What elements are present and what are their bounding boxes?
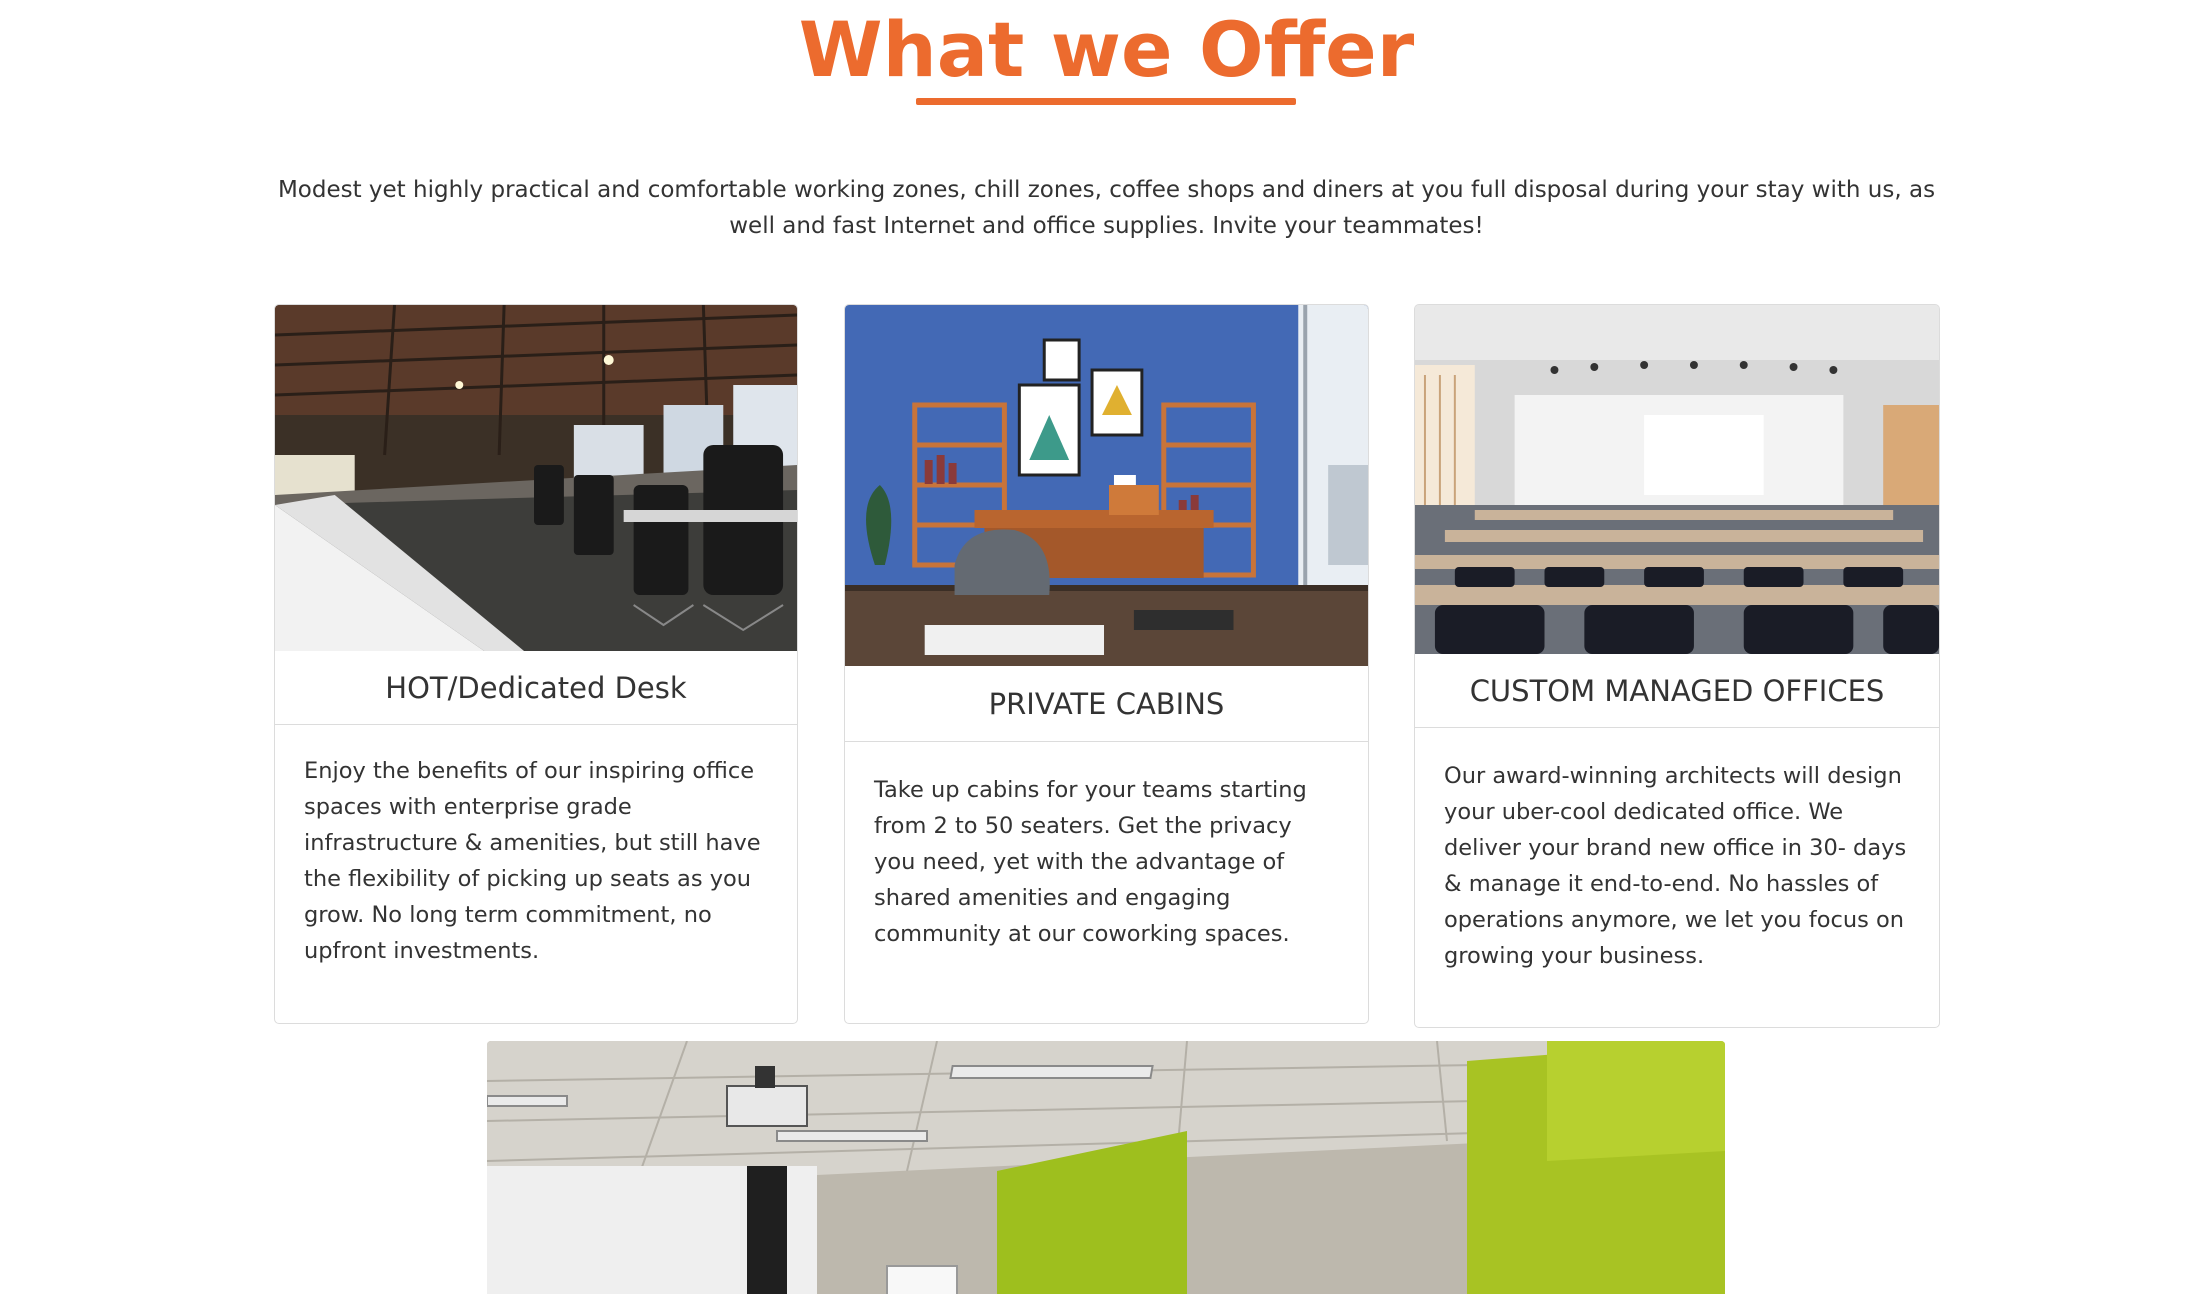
card-title: CUSTOM MANAGED OFFICES <box>1415 654 1939 728</box>
card-description: Take up cabins for your teams starting f… <box>874 777 1307 947</box>
title-underline <box>916 98 1296 105</box>
card-description: Enjoy the benefits of our inspiring offi… <box>304 758 761 964</box>
offer-card-hot-desk: HOT/Dedicated Desk Enjoy the benefits of… <box>274 304 798 1024</box>
card-title: HOT/Dedicated Desk <box>275 651 797 725</box>
open-office-photo <box>275 305 797 651</box>
offer-card-custom-offices: CUSTOM MANAGED OFFICES Our award-winning… <box>1414 304 1940 1028</box>
conference-hall-photo <box>1415 305 1939 654</box>
offer-card-private-cabins: PRIVATE CABINS Take up cabins for your t… <box>844 304 1369 1024</box>
private-cabin-photo <box>845 305 1368 666</box>
section-intro: Modest yet highly practical and comforta… <box>277 177 1936 239</box>
card-title: PRIVATE CABINS <box>845 666 1368 742</box>
card-description: Our award-winning architects will design… <box>1444 763 1907 969</box>
section-title: What we Offer <box>798 5 1415 94</box>
what-we-offer-section: What we Offer Modest yet highly practica… <box>0 0 2205 1294</box>
meeting-room-photo <box>487 1041 1725 1294</box>
